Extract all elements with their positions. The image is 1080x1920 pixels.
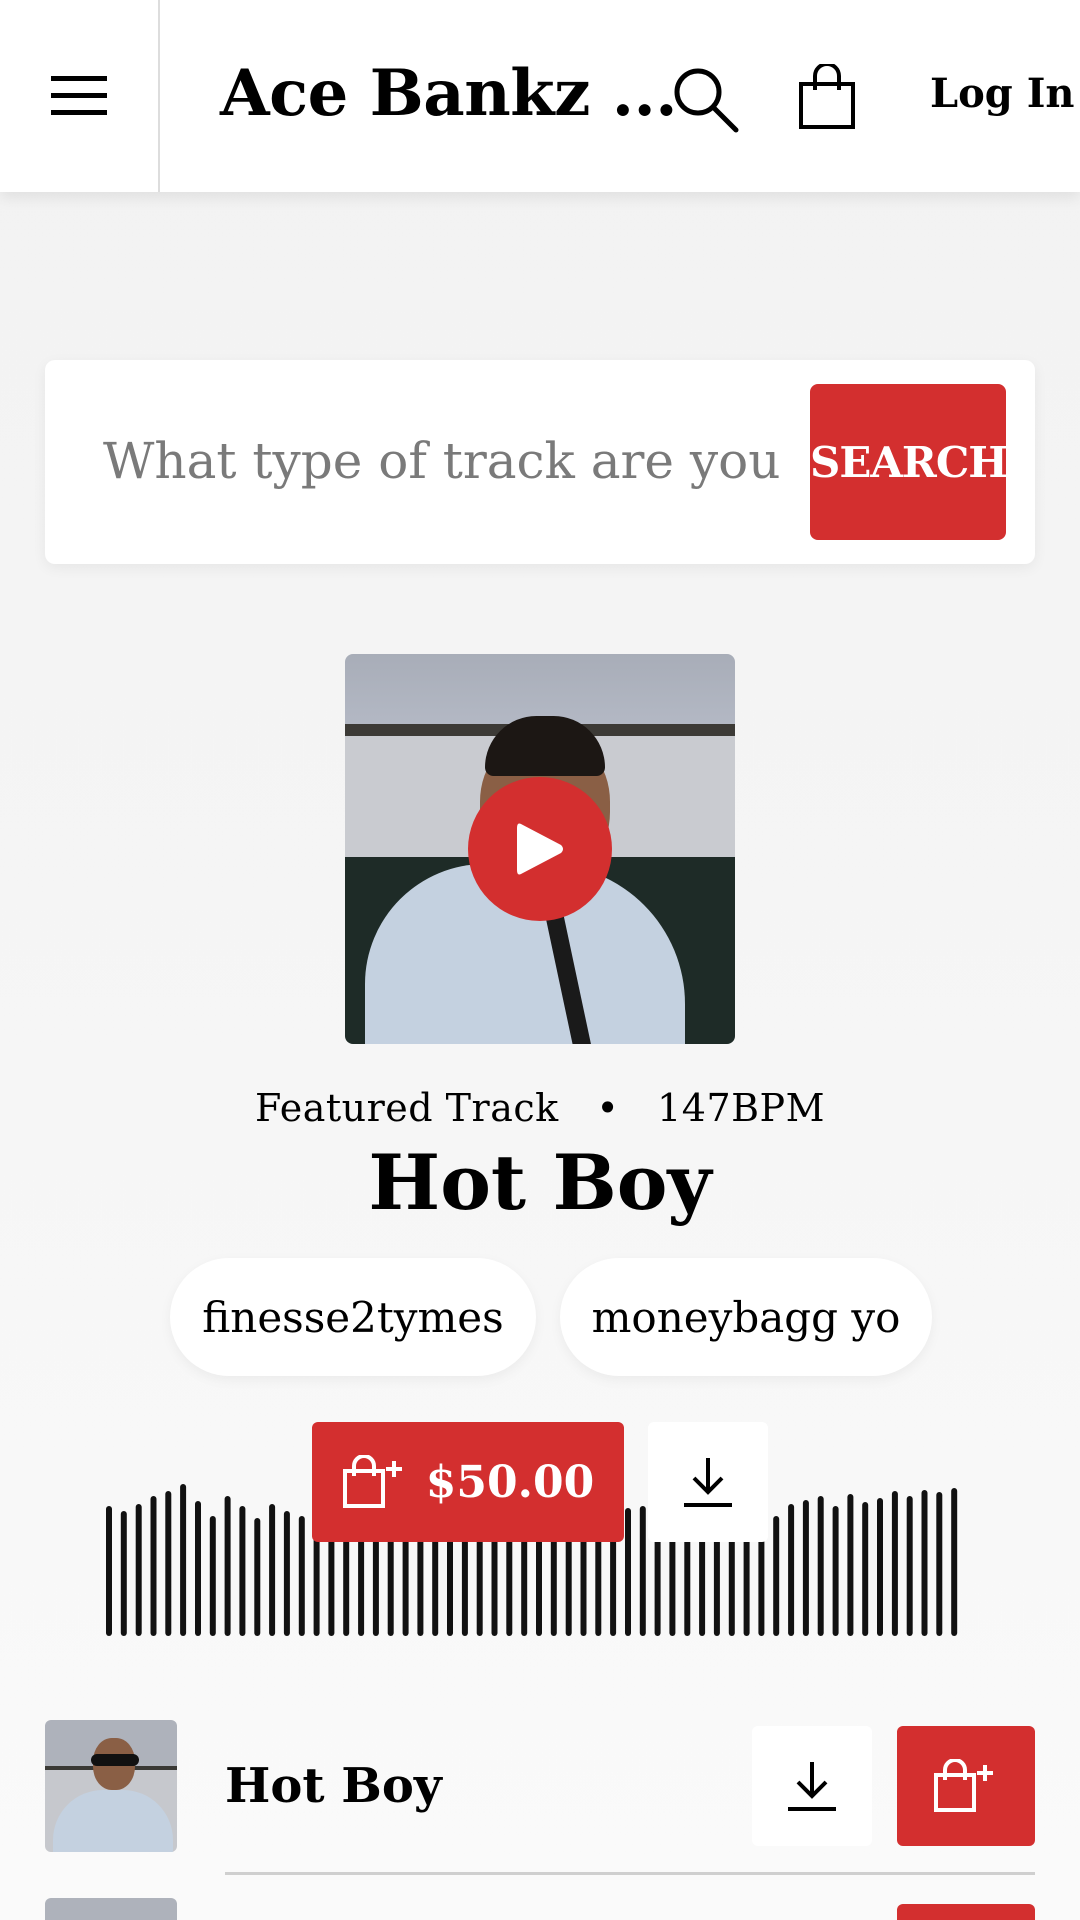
track-name[interactable]: Hot Boy <box>225 1758 442 1814</box>
cart-button[interactable] <box>790 52 864 142</box>
waveform-bar <box>906 1496 913 1636</box>
track-download-button[interactable] <box>752 1726 872 1846</box>
waveform-bar <box>788 1504 795 1636</box>
add-to-cart-icon <box>342 1455 402 1508</box>
waveform-bar <box>773 1516 780 1636</box>
waveform-bar <box>832 1506 839 1636</box>
waveform-bar <box>817 1496 824 1636</box>
waveform-bar <box>298 1516 305 1636</box>
waveform-bar <box>195 1501 201 1636</box>
waveform-bar <box>936 1492 943 1636</box>
waveform-bar <box>802 1500 809 1636</box>
waveform-bar <box>921 1490 928 1636</box>
thumb-figure-body <box>53 1790 173 1852</box>
waveform-bar <box>165 1491 172 1636</box>
waveform-bar <box>254 1518 261 1636</box>
track-search-card: SEARCH <box>45 360 1035 564</box>
tag-chip[interactable]: finesse2tymes <box>170 1258 536 1376</box>
waveform-bar <box>862 1502 869 1636</box>
top-app-bar: Ace Bankz ... Log In <box>0 0 1080 192</box>
featured-bpm: 147BPM <box>657 1086 826 1130</box>
play-icon <box>517 823 563 875</box>
waveform-bar <box>847 1494 854 1636</box>
play-button[interactable] <box>468 777 612 921</box>
track-add-to-cart-button[interactable] <box>897 1904 1035 1920</box>
thumb-figure-sunglasses <box>91 1754 139 1766</box>
tag-chip[interactable]: moneybagg yo <box>560 1258 932 1376</box>
download-icon <box>788 1762 836 1811</box>
waveform-bar <box>106 1506 112 1636</box>
waveform-bar <box>180 1484 187 1636</box>
search-icon <box>674 68 739 133</box>
track-add-to-cart-button[interactable] <box>897 1726 1035 1846</box>
waveform-bar <box>891 1491 898 1636</box>
track-list-item[interactable]: Hot Boy <box>0 1720 1080 1880</box>
featured-track-title: Hot Boy <box>368 1138 712 1227</box>
list-divider <box>225 1872 1035 1875</box>
waveform-bar <box>224 1496 231 1636</box>
add-to-cart-icon <box>934 1759 993 1812</box>
store-title[interactable]: Ace Bankz ... <box>220 56 678 131</box>
track-thumbnail <box>45 1898 177 1920</box>
cover-figure-hair <box>485 716 605 776</box>
waveform-bar <box>135 1504 142 1636</box>
header-search-button[interactable] <box>660 54 750 144</box>
menu-button[interactable] <box>0 0 160 192</box>
featured-meta: Featured Track • 147BPM <box>0 1086 1080 1130</box>
featured-label: Featured Track <box>254 1086 559 1130</box>
waveform-bar <box>120 1511 127 1636</box>
track-search-input[interactable] <box>103 406 783 516</box>
download-icon <box>684 1458 732 1507</box>
waveform-bar <box>239 1506 246 1636</box>
waveform-bar <box>150 1496 157 1636</box>
login-link[interactable]: Log In <box>930 70 1075 117</box>
meta-separator-dot: • <box>571 1086 645 1130</box>
price-label: $50.00 <box>425 1456 595 1508</box>
track-thumbnail <box>45 1720 177 1852</box>
waveform-bar <box>951 1488 958 1636</box>
waveform-bar <box>283 1511 290 1636</box>
shopping-bag-icon <box>799 64 855 129</box>
search-button[interactable]: SEARCH <box>810 384 1008 540</box>
hamburger-menu-icon <box>51 76 107 115</box>
waveform-bar <box>625 1508 631 1636</box>
waveform-bar <box>269 1504 276 1636</box>
add-to-cart-price-button[interactable]: $50.00 <box>312 1422 624 1542</box>
waveform-bar <box>639 1506 646 1636</box>
waveform-bar <box>877 1498 883 1636</box>
download-button[interactable] <box>648 1422 768 1542</box>
waveform-bar <box>209 1516 216 1636</box>
